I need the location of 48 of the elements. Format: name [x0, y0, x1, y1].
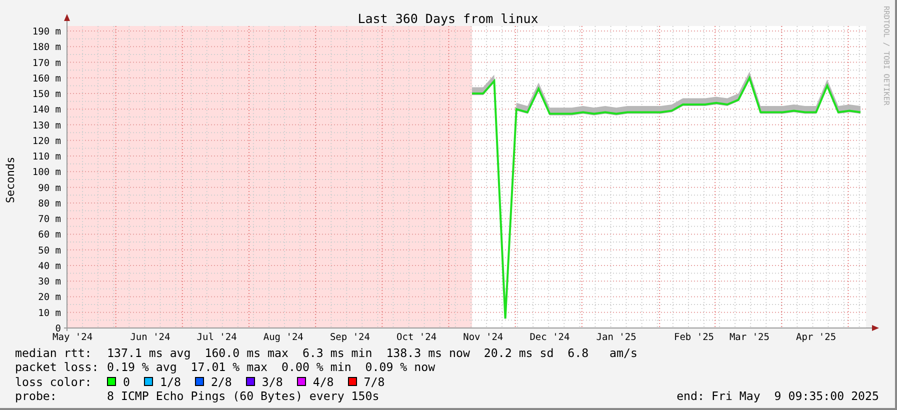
legend-value: 0 [123, 374, 130, 389]
legend-value: 4/8 [312, 374, 334, 389]
tick-label: 130 m [32, 120, 61, 132]
tick-label: Nov '24 [463, 332, 504, 342]
tick-label: 90 m [38, 182, 61, 194]
tick-label: Apr '25 [796, 332, 836, 342]
tick-label: Sep '24 [330, 332, 370, 342]
tick-label: Dec '24 [530, 332, 570, 342]
legend-value: 137.1 ms avg 160.0 ms max 6.3 ms min 138.3 ms now 20.2 ms sd 6.8 am/s [107, 346, 638, 360]
tick-label: 30 m [38, 276, 61, 288]
tick-label: 170 m [32, 58, 61, 69]
tick-label: Jul '24 [196, 332, 237, 342]
tick-label: 70 m [38, 214, 61, 226]
tick-label: 0 [55, 324, 61, 334]
tick-label: Feb '25 [674, 332, 714, 342]
tick-label: 160 m [32, 73, 61, 84]
tick-label: 10 m [38, 308, 61, 319]
legend-value: 8 ICMP Echo Pings (60 Bytes) every 150s [107, 388, 380, 404]
tick-label: 110 m [32, 152, 61, 163]
legend-label: loss color: [15, 374, 93, 389]
tick-label: Aug '24 [263, 332, 304, 342]
legend-label: median rtt: [15, 346, 93, 360]
legend-value: 1/8 [160, 374, 181, 389]
tick-label: 190 m [32, 26, 61, 38]
legend-value: 3/8 [262, 374, 283, 389]
tick-label: Jan '25 [596, 332, 636, 342]
tick-label: 120 m [32, 136, 61, 147]
chart-title: Last 360 Days from linux [358, 11, 538, 26]
legend-label: packet loss: [15, 360, 100, 375]
tick-label: 100 m [32, 167, 61, 178]
tick-label: Mar '25 [729, 332, 770, 342]
tick-label: 50 m [38, 245, 61, 256]
tick-label: 20 m [38, 292, 61, 304]
legend-value: 7/8 [364, 374, 385, 389]
tick-label: 60 m [38, 230, 61, 241]
legend-label: probe: [15, 388, 58, 404]
legend-value: 0.19 % avg 17.01 % max 0.00 % min 0.09 % now [107, 360, 436, 375]
legend-value: 2/8 [210, 374, 232, 389]
tick-label: 80 m [38, 198, 61, 210]
tick-label: May '24 [52, 332, 93, 342]
tick-label: 150 m [32, 89, 61, 100]
end-time: end: Fri May 9 09:35:00 2025 [676, 388, 879, 404]
axis-title: Seconds [4, 156, 17, 204]
tick-label: 180 m [32, 42, 61, 54]
tick-label: 140 m [32, 104, 61, 116]
tick-label: Jun '24 [130, 332, 170, 342]
tick-label: 40 m [38, 260, 61, 272]
tick-label: Oct '24 [396, 332, 437, 342]
